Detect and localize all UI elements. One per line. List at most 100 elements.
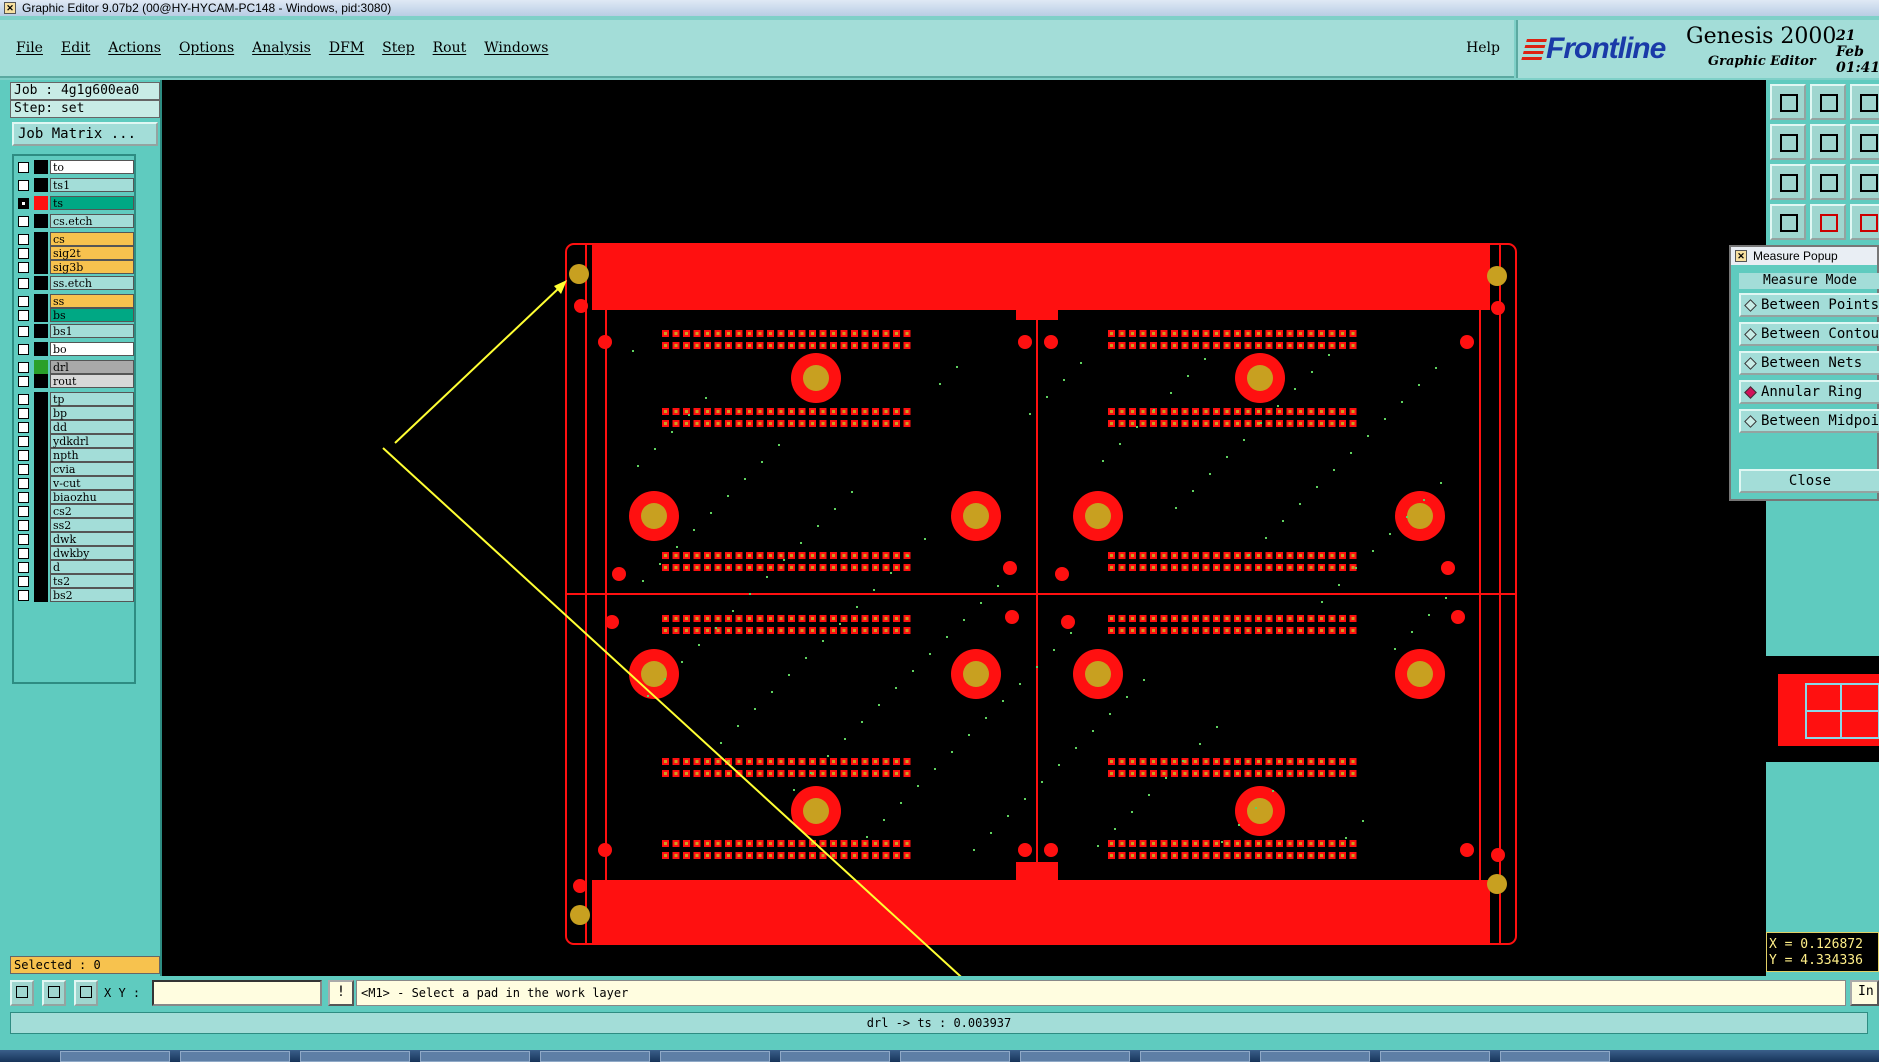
checkbox-icon[interactable] — [18, 464, 29, 475]
taskbar-item[interactable] — [60, 1051, 170, 1062]
layer-row-d[interactable]: d — [16, 560, 134, 574]
zoom-button[interactable] — [10, 980, 34, 1006]
menu-analysis[interactable]: Analysis — [252, 40, 311, 56]
layer-row-to[interactable]: to — [16, 160, 134, 174]
checkbox-icon[interactable] — [18, 520, 29, 531]
checkbox-icon[interactable] — [18, 376, 29, 387]
taskbar-item[interactable] — [660, 1051, 770, 1062]
checkbox-icon[interactable] — [18, 590, 29, 601]
layer-row-npth[interactable]: npth — [16, 448, 134, 462]
checkbox-icon[interactable] — [18, 576, 29, 587]
taskbar-item[interactable] — [540, 1051, 650, 1062]
taskbar-item[interactable] — [1260, 1051, 1370, 1062]
layer-row-ydkdrl[interactable]: ydkdrl — [16, 434, 134, 448]
checkbox-icon[interactable] — [18, 534, 29, 545]
checkbox-icon[interactable] — [18, 450, 29, 461]
layer-row-ts[interactable]: ts — [16, 196, 134, 210]
warning-button[interactable]: ! — [328, 980, 354, 1006]
checkbox-icon[interactable] — [18, 422, 29, 433]
tool-button-9[interactable] — [1850, 164, 1879, 200]
checkbox-icon[interactable] — [18, 326, 29, 337]
checkbox-icon[interactable] — [18, 344, 29, 355]
checkbox-icon[interactable] — [18, 248, 29, 259]
snap-button[interactable] — [42, 980, 66, 1006]
measure-option-annular-ring[interactable]: Annular Ring — [1739, 380, 1879, 404]
layer-row-ts2[interactable]: ts2 — [16, 574, 134, 588]
tool-button-11[interactable] — [1810, 204, 1846, 240]
measure-option-between-nets[interactable]: Between Nets — [1739, 351, 1879, 375]
tool-button-2[interactable] — [1810, 84, 1846, 120]
measure-option-between-points[interactable]: Between Points — [1739, 293, 1879, 317]
layer-row-dwk[interactable]: dwk — [16, 532, 134, 546]
tool-button-12[interactable] — [1850, 204, 1879, 240]
checkbox-icon[interactable] — [18, 562, 29, 573]
menu-edit[interactable]: Edit — [61, 40, 90, 56]
layer-row-ss2[interactable]: ss2 — [16, 518, 134, 532]
layer-row-bo[interactable]: bo — [16, 342, 134, 356]
layer-row-drl[interactable]: drl — [16, 360, 134, 374]
checkbox-icon[interactable] — [18, 216, 29, 227]
layer-row-cs[interactable]: cs — [16, 232, 134, 246]
tool-button-3[interactable] — [1850, 84, 1879, 120]
checkbox-icon[interactable] — [18, 408, 29, 419]
checkbox-icon[interactable] — [18, 180, 29, 191]
layer-row-ts1[interactable]: ts1 — [16, 178, 134, 192]
taskbar-item[interactable] — [780, 1051, 890, 1062]
tool-button-8[interactable] — [1810, 164, 1846, 200]
layer-row-bs1[interactable]: bs1 — [16, 324, 134, 338]
checkbox-icon[interactable] — [18, 278, 29, 289]
layer-row-bs[interactable]: bs — [16, 308, 134, 322]
layer-row-bs2[interactable]: bs2 — [16, 588, 134, 602]
taskbar-item[interactable] — [1020, 1051, 1130, 1062]
taskbar-item[interactable] — [1380, 1051, 1490, 1062]
measure-option-between-midpoints[interactable]: Between Midpoints — [1739, 409, 1879, 433]
layer-row-cs.etch[interactable]: cs.etch — [16, 214, 134, 228]
overview-minimap[interactable] — [1766, 656, 1879, 762]
checkbox-icon[interactable] — [18, 198, 29, 209]
menu-actions[interactable]: Actions — [108, 40, 161, 56]
layer-row-cvia[interactable]: cvia — [16, 462, 134, 476]
layer-row-ss.etch[interactable]: ss.etch — [16, 276, 134, 290]
close-icon[interactable]: ✕ — [1735, 250, 1747, 262]
menu-options[interactable]: Options — [179, 40, 234, 56]
menu-windows[interactable]: Windows — [484, 40, 548, 56]
taskbar-item[interactable] — [900, 1051, 1010, 1062]
prompt-button[interactable]: In — [1850, 980, 1879, 1006]
menu-rout[interactable]: Rout — [433, 40, 467, 56]
checkbox-icon[interactable] — [18, 478, 29, 489]
grid-button[interactable] — [74, 980, 98, 1006]
tool-button-7[interactable] — [1770, 164, 1806, 200]
layer-row-tp[interactable]: tp — [16, 392, 134, 406]
job-matrix-button[interactable]: Job Matrix ... — [12, 122, 158, 146]
menu-step[interactable]: Step — [382, 40, 414, 56]
checkbox-icon[interactable] — [18, 506, 29, 517]
taskbar-item[interactable] — [1140, 1051, 1250, 1062]
pcb-view[interactable] — [162, 80, 1766, 1014]
checkbox-icon[interactable] — [18, 234, 29, 245]
layer-row-dwkby[interactable]: dwkby — [16, 546, 134, 560]
tool-button-5[interactable] — [1810, 124, 1846, 160]
tool-button-10[interactable] — [1770, 204, 1806, 240]
layer-row-bp[interactable]: bp — [16, 406, 134, 420]
xy-input[interactable] — [152, 980, 322, 1006]
menu-help[interactable]: Help — [1466, 40, 1500, 56]
checkbox-icon[interactable] — [18, 548, 29, 559]
checkbox-icon[interactable] — [18, 362, 29, 373]
checkbox-icon[interactable] — [18, 436, 29, 447]
layer-row-biaozhu[interactable]: biaozhu — [16, 490, 134, 504]
measure-option-between-contours[interactable]: Between Contours — [1739, 322, 1879, 346]
layer-row-dd[interactable]: dd — [16, 420, 134, 434]
layer-row-ss[interactable]: ss — [16, 294, 134, 308]
taskbar-item[interactable] — [300, 1051, 410, 1062]
work-canvas[interactable] — [162, 80, 1766, 1014]
tool-button-4[interactable] — [1770, 124, 1806, 160]
checkbox-icon[interactable] — [18, 492, 29, 503]
layer-row-sig3b[interactable]: sig3b — [16, 260, 134, 274]
checkbox-icon[interactable] — [18, 162, 29, 173]
layer-row-v-cut[interactable]: v-cut — [16, 476, 134, 490]
tool-button-1[interactable] — [1770, 84, 1806, 120]
taskbar-item[interactable] — [180, 1051, 290, 1062]
menu-file[interactable]: File — [16, 40, 43, 56]
checkbox-icon[interactable] — [18, 262, 29, 273]
layer-row-sig2t[interactable]: sig2t — [16, 246, 134, 260]
